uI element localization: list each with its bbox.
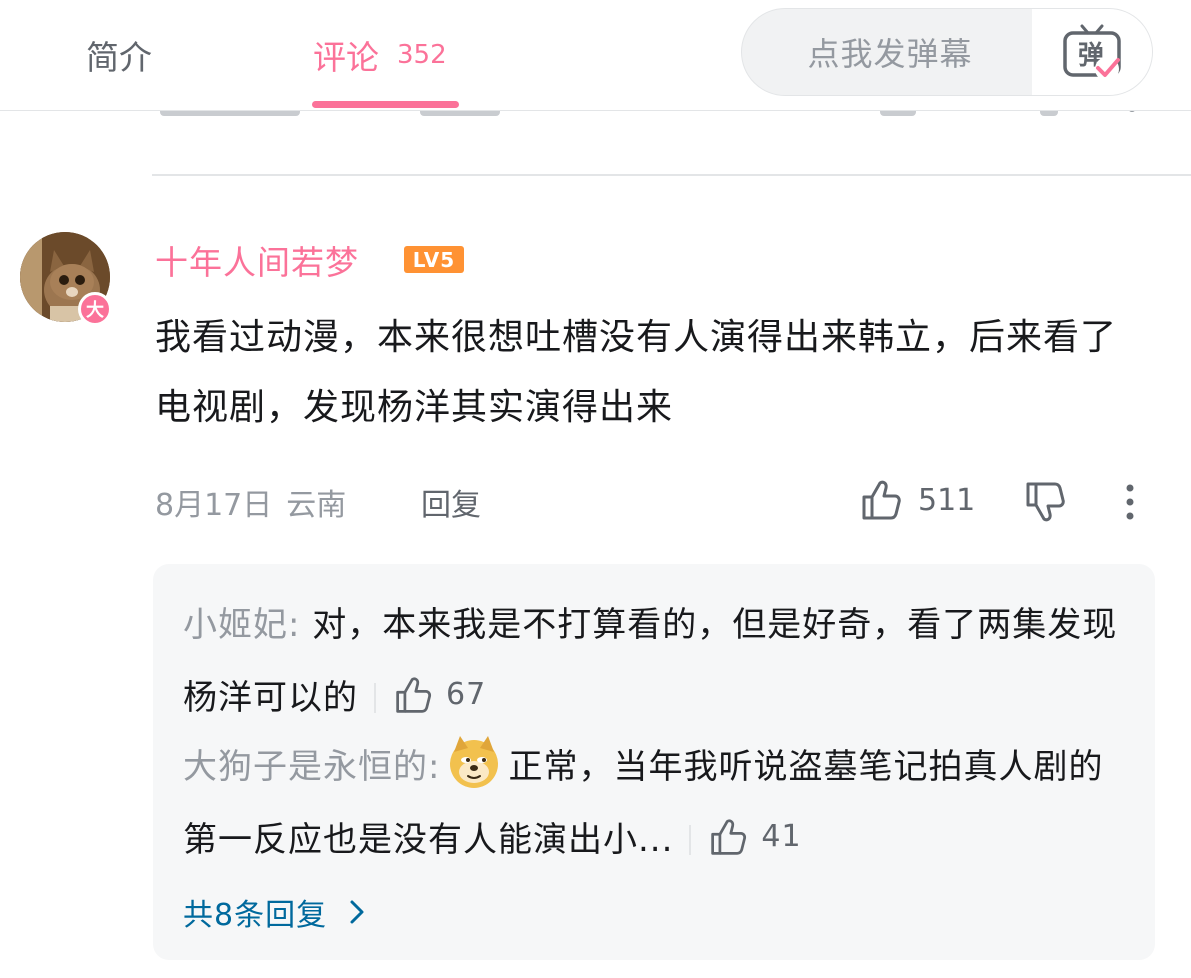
reply-text: 对，本来我是不打算看的，但是好奇，看了两集发现杨洋可以的 (183, 605, 1118, 718)
thumbs-down-icon (1026, 482, 1065, 522)
comment-page: 简介 评论 352 点我发弹幕 弹 大 十年人间若梦 LV5 我看过动漫，本来很… (0, 0, 1191, 978)
more-options-button[interactable] (1118, 480, 1142, 528)
view-all-replies-link[interactable]: 共8条回复 (183, 890, 365, 934)
comment-username[interactable]: 十年人间若梦 (155, 236, 359, 284)
danmaku-input[interactable]: 点我发弹幕 (742, 9, 1032, 95)
like-button[interactable]: 511 (860, 478, 975, 522)
more-replies-label: 共8条回复 (183, 898, 328, 933)
danmaku-toggle-icon: 弹 (1063, 24, 1121, 81)
thumbs-up-icon (862, 480, 901, 520)
reply-item[interactable]: 大狗子是永恒的: 正常，当年我听说盗墓笔记拍真人剧的第一反应也是没有人能演出小..… (183, 732, 1133, 875)
chevron-right-icon (350, 900, 364, 924)
more-vertical-icon (1126, 484, 1134, 520)
danmaku-toggle-button[interactable]: 弹 (1032, 9, 1152, 95)
active-tab-indicator (312, 101, 459, 108)
comment-region: 云南 (286, 488, 347, 523)
thumbs-up-icon (711, 819, 747, 855)
tab-intro[interactable]: 简介 (86, 0, 152, 110)
thumbs-up-icon (396, 677, 432, 713)
tab-intro-label: 简介 (86, 38, 152, 77)
danmaku-bar: 点我发弹幕 弹 (741, 8, 1153, 96)
comment-meta: 8月17日 云南 (155, 480, 346, 524)
reply-like-button[interactable]: 67 (394, 660, 486, 730)
reply-button[interactable]: 回复 (421, 480, 481, 524)
danmaku-placeholder: 点我发弹幕 (807, 35, 973, 73)
dislike-button[interactable] (1024, 480, 1068, 528)
reply-like-button[interactable]: 41 (709, 802, 801, 872)
comment-divider (152, 174, 1191, 176)
like-count: 511 (918, 482, 976, 518)
replies-box: 小姬妃: 对，本来我是不打算看的，但是好奇，看了两集发现杨洋可以的 67 大狗子是… (153, 564, 1155, 960)
reply-like-count: 41 (761, 819, 802, 854)
doge-emoji-icon (450, 736, 499, 788)
comment-text: 我看过动漫，本来很想吐槽没有人演得出来韩立，后来看了电视剧，发现杨洋其实演得出来 (155, 317, 1118, 428)
tab-comments-label: 评论 (313, 38, 379, 77)
reply-username[interactable]: 小姬妃 (183, 605, 288, 645)
comments-count: 352 (397, 40, 447, 70)
avatar-badge: 大 (78, 292, 112, 326)
reply-separator (689, 825, 692, 855)
tab-comments[interactable]: 评论 352 (313, 0, 447, 110)
reply-separator (374, 683, 376, 713)
reply-username[interactable]: 大狗子是永恒的 (183, 747, 428, 787)
reply-like-count: 67 (446, 677, 487, 712)
reply-item[interactable]: 小姬妃: 对，本来我是不打算看的，但是好奇，看了两集发现杨洋可以的 67 (183, 590, 1133, 733)
user-level-badge: LV5 (404, 246, 464, 273)
top-tab-bar: 简介 评论 352 点我发弹幕 弹 (0, 0, 1191, 111)
comment-date: 8月17日 (155, 488, 273, 523)
